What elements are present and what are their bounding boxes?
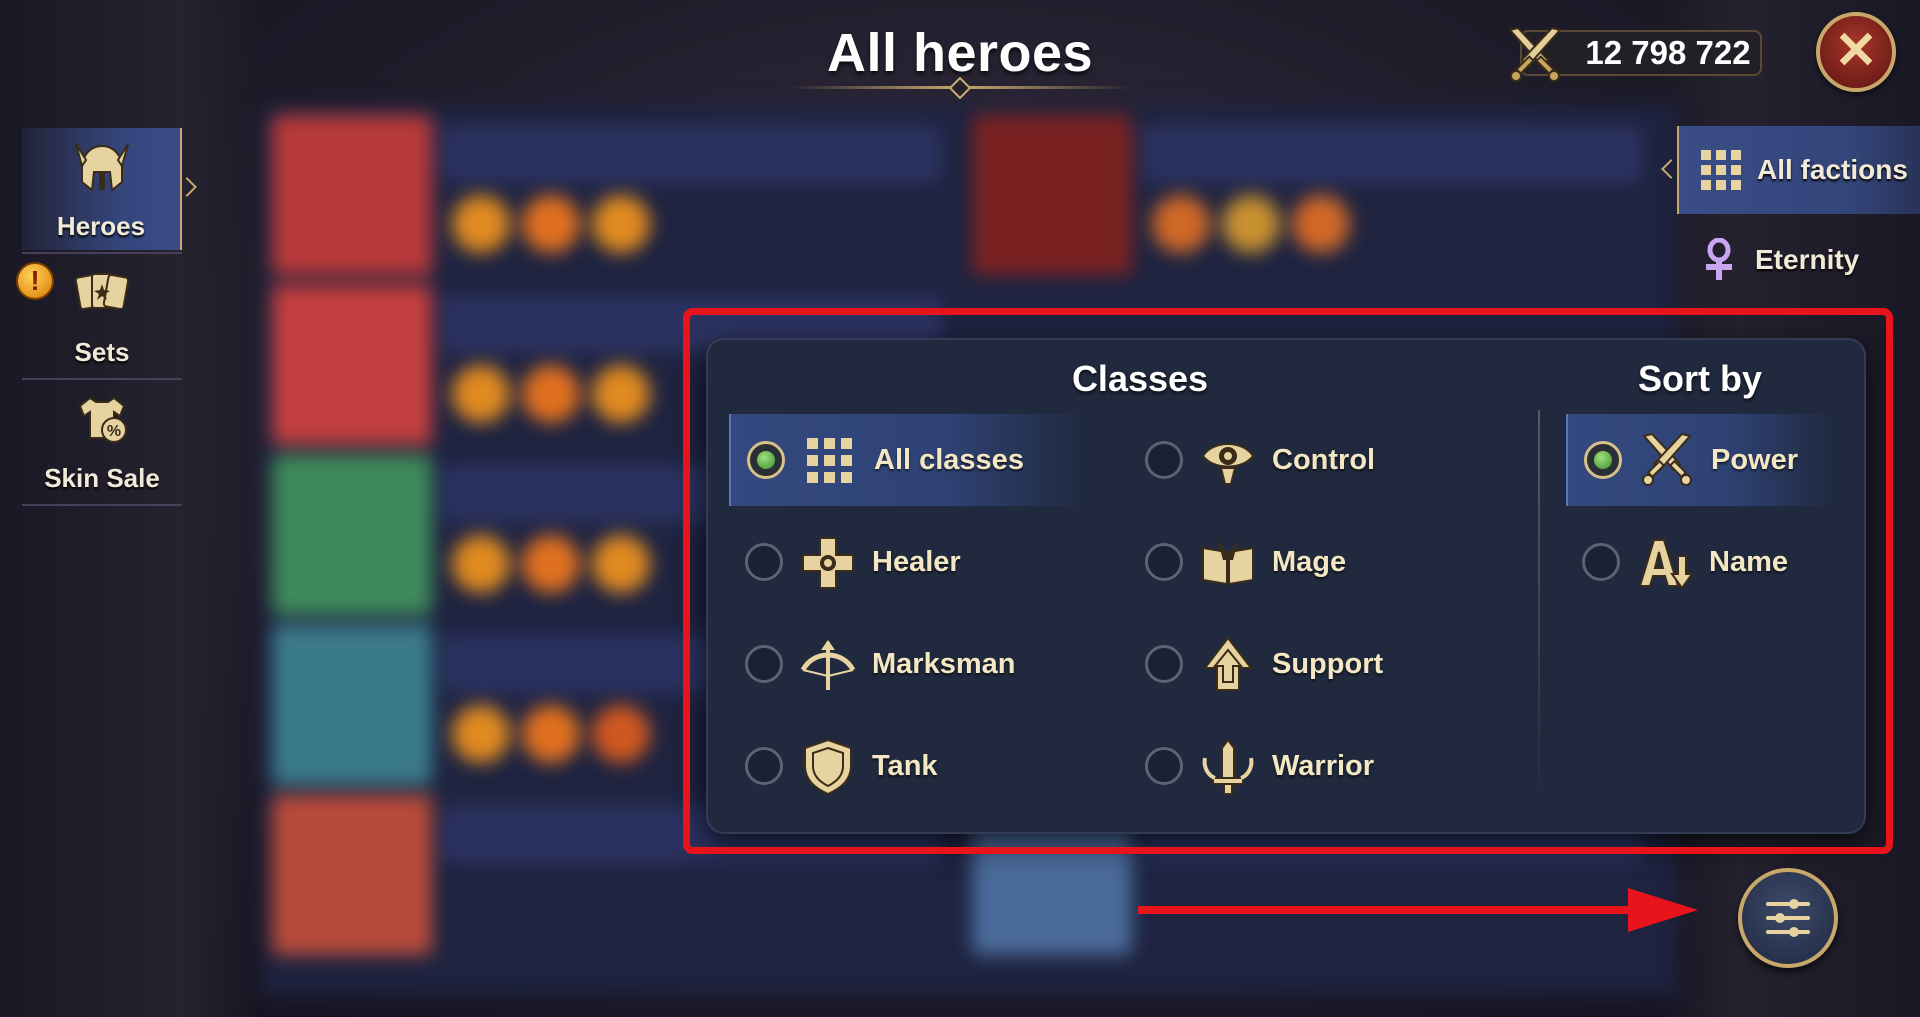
sidebar-item-label: Heroes (56, 211, 146, 241)
filter-button[interactable] (1738, 868, 1838, 968)
cards-icon (74, 273, 130, 311)
shirt-sale-icon: % (78, 396, 127, 443)
helmet-icon (75, 143, 129, 192)
grid-icon (1701, 150, 1741, 190)
close-icon: ✕ (1834, 22, 1878, 80)
faction-item-all[interactable]: All factions (1677, 126, 1920, 214)
faction-item-eternity[interactable]: Eternity (1677, 216, 1920, 304)
divider (22, 504, 182, 506)
sliders-icon (1766, 899, 1810, 937)
svg-text:%: % (107, 423, 121, 440)
faction-label: Eternity (1755, 244, 1860, 275)
close-button[interactable]: ✕ (1816, 12, 1896, 92)
ankh-icon (1706, 238, 1732, 280)
sidebar-item-skin-sale[interactable]: % Skin Sale (22, 380, 182, 502)
faction-label: All factions (1757, 154, 1908, 185)
alert-badge: ! (16, 262, 54, 300)
highlight-frame (683, 308, 1893, 854)
sidebar-item-heroes[interactable]: Heroes (22, 128, 182, 250)
sidebar-item-label: Sets (74, 337, 130, 367)
crossed-swords-icon (1508, 26, 1562, 82)
sidebar-item-label: Skin Sale (44, 463, 160, 493)
sidebar-left: Heroes Sets % Skin Sale (22, 128, 182, 508)
power-value: 12 798 722 (1585, 34, 1751, 71)
annotation-arrow-icon (1138, 888, 1698, 932)
